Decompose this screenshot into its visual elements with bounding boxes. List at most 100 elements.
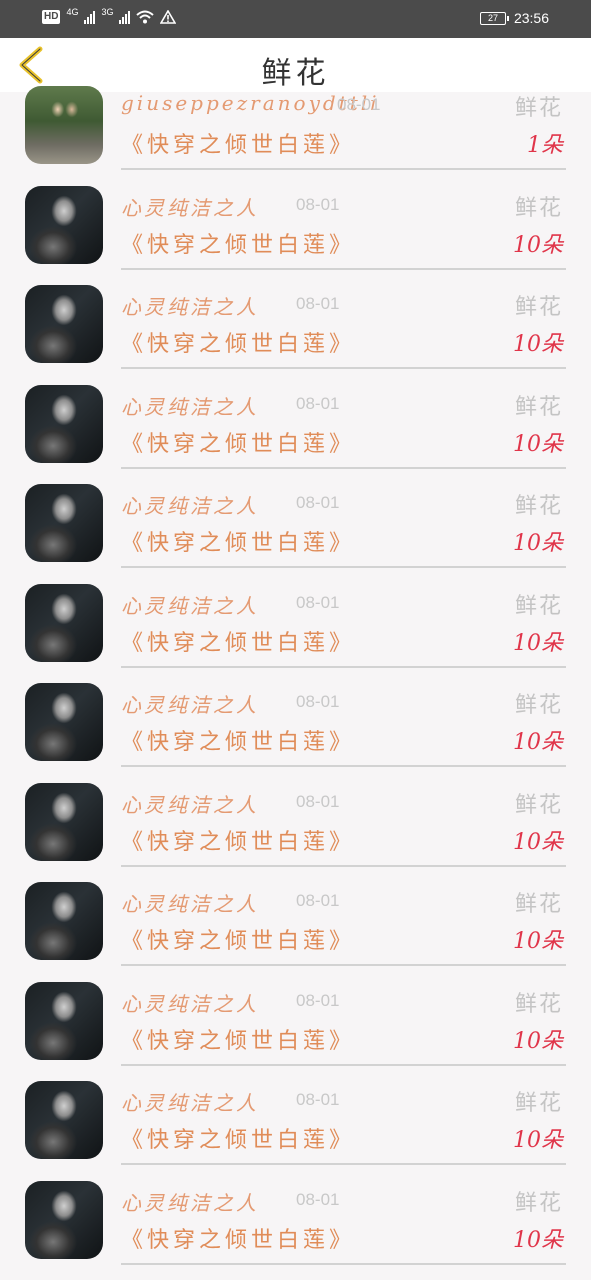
- avatar[interactable]: [25, 285, 103, 363]
- gift-date: 08-01: [296, 294, 340, 313]
- flower-count: 10朵: [513, 431, 563, 457]
- gift-type-label: 鲜花: [514, 494, 563, 519]
- gift-type-label: 鲜花: [514, 892, 563, 917]
- hd-badge: HD: [42, 10, 61, 24]
- list-item[interactable]: 心灵纯洁之人 08-01 鲜花 《快穿之倾世白莲》 10朵: [0, 484, 591, 584]
- gift-date: 08-01: [296, 592, 340, 612]
- sender-name: 心灵纯洁之人: [121, 1190, 259, 1215]
- gift-type-label: 鲜花: [514, 693, 563, 718]
- signal-icon: [119, 10, 131, 24]
- book-title: 《快穿之倾世白莲》: [121, 332, 356, 357]
- avatar[interactable]: [25, 683, 103, 761]
- row-divider: [121, 1262, 566, 1265]
- gift-type-label: 鲜花: [514, 295, 563, 320]
- title-bar: 鲜花: [0, 38, 591, 92]
- sender-name: 心灵纯洁之人: [121, 1091, 259, 1115]
- book-title: 《快穿之倾世白莲》: [121, 929, 356, 954]
- book-title: 《快穿之倾世白莲》: [121, 1227, 356, 1253]
- gift-type-label: 鲜花: [514, 195, 563, 221]
- flower-count: 10朵: [513, 1128, 563, 1153]
- avatar[interactable]: [25, 185, 103, 264]
- sender-name: 心灵纯洁之人: [121, 991, 259, 1016]
- gift-date: 08-01: [296, 692, 340, 711]
- wifi-icon: [136, 10, 155, 24]
- warning-icon: [160, 10, 177, 24]
- clock: 23:56: [513, 10, 549, 26]
- gift-type-label: 鲜花: [514, 792, 563, 818]
- list-item[interactable]: 心灵纯洁之人 08-01 鲜花《快穿之倾世白莲》 10朵: [0, 285, 591, 385]
- row-divider: [121, 267, 566, 270]
- row-divider: [121, 566, 566, 568]
- flower-count: 10朵: [513, 332, 563, 357]
- sender-name: 心灵纯洁之人: [121, 394, 259, 419]
- list-item[interactable]: 心灵纯洁之人 08-01 鲜花《快穿之倾世白莲》 10朵: [0, 185, 591, 286]
- row-divider: [121, 665, 566, 668]
- book-title: 《快穿之倾世白莲》: [121, 829, 356, 855]
- gift-date: 08-01: [296, 194, 340, 214]
- sender-name: 心灵纯洁之人: [121, 693, 259, 717]
- list-item[interactable]: 心灵纯洁之人 08-01 鲜花《快穿之倾世白莲》 10朵: [0, 683, 591, 783]
- book-title: 《快穿之倾世白莲》: [121, 232, 356, 258]
- avatar[interactable]: [25, 484, 103, 562]
- list-item[interactable]: 心灵纯洁之人 08-01 鲜花 《快穿之倾世白莲》 10朵: [0, 583, 591, 684]
- flower-count: 10朵: [513, 829, 563, 855]
- avatar[interactable]: [25, 583, 103, 662]
- avatar[interactable]: [25, 384, 103, 463]
- row-divider: [121, 466, 566, 469]
- sender-name: 心灵纯洁之人: [121, 892, 259, 916]
- gift-date: 08-01: [337, 95, 381, 114]
- network-3g-label: 3G: [101, 7, 114, 17]
- gift-type-label: 鲜花: [514, 96, 563, 121]
- list-item[interactable]: 心灵纯洁之人 08-01 鲜花《快穿之倾世白莲》 10朵: [0, 981, 591, 1082]
- gift-type-label: 鲜花: [514, 593, 563, 619]
- row-divider: [121, 1163, 566, 1165]
- gift-date: 08-01: [296, 393, 340, 413]
- battery-icon: 27: [479, 11, 509, 25]
- row-divider: [121, 864, 566, 867]
- row-divider: [121, 964, 566, 966]
- gift-date: 08-01: [296, 493, 340, 512]
- book-title: 《快穿之倾世白莲》: [121, 730, 356, 755]
- flower-count: 10朵: [513, 630, 563, 656]
- flower-count: 1朵: [527, 133, 563, 158]
- book-title: 《快穿之倾世白莲》: [121, 1028, 356, 1054]
- book-title: 《快穿之倾世白莲》: [121, 133, 356, 158]
- gift-date: 08-01: [296, 791, 340, 811]
- status-left: HD 4G 3G: [42, 7, 177, 24]
- gift-type-label: 鲜花: [514, 991, 563, 1017]
- book-title: 《快穿之倾世白莲》: [121, 531, 356, 556]
- list-item[interactable]: 心灵纯洁之人 08-01 鲜花《快穿之倾世白莲》 10朵: [0, 782, 591, 883]
- sender-name: 心灵纯洁之人: [121, 792, 259, 817]
- list-item[interactable]: 心灵纯洁之人 08-01 鲜花《快穿之倾世白莲》 10朵: [0, 384, 591, 485]
- book-title: 《快穿之倾世白莲》: [121, 630, 356, 656]
- network-4g-label: 4G: [66, 7, 79, 17]
- status-right: 27 23:56: [479, 10, 549, 26]
- gift-type-label: 鲜花: [514, 394, 563, 420]
- avatar[interactable]: [25, 1180, 103, 1259]
- flower-count: 10朵: [513, 232, 563, 258]
- book-title: 《快穿之倾世白莲》: [121, 1128, 356, 1153]
- row-divider: [121, 168, 566, 170]
- list-item[interactable]: 心灵纯洁之人 08-01 鲜花 《快穿之倾世白莲》 10朵: [0, 882, 591, 982]
- gift-date: 08-01: [296, 990, 340, 1010]
- gift-date: 08-01: [296, 1189, 340, 1209]
- gift-type-label: 鲜花: [514, 1190, 563, 1216]
- list-item[interactable]: giuseppezranoydttli 08-01 鲜花 《快穿之倾世白莲》 1朵: [0, 86, 591, 186]
- avatar[interactable]: [25, 1081, 103, 1159]
- flower-count: 10朵: [513, 929, 563, 954]
- avatar[interactable]: [25, 981, 103, 1060]
- avatar[interactable]: [25, 782, 103, 861]
- sender-name: 心灵纯洁之人: [121, 195, 259, 220]
- avatar[interactable]: [25, 882, 103, 960]
- row-divider: [121, 765, 566, 767]
- avatar[interactable]: [25, 86, 103, 164]
- row-divider: [121, 1063, 566, 1066]
- list-item[interactable]: 心灵纯洁之人 08-01 鲜花 《快穿之倾世白莲》 10朵: [0, 1180, 591, 1280]
- signal-icon: [84, 10, 96, 24]
- book-title: 《快穿之倾世白莲》: [121, 431, 356, 457]
- sender-name: 心灵纯洁之人: [121, 295, 259, 319]
- list-item[interactable]: 心灵纯洁之人 08-01 鲜花 《快穿之倾世白莲》 10朵: [0, 1081, 591, 1181]
- sender-name: 心灵纯洁之人: [121, 494, 259, 518]
- flower-count: 10朵: [513, 1028, 563, 1054]
- flower-count: 10朵: [513, 730, 563, 755]
